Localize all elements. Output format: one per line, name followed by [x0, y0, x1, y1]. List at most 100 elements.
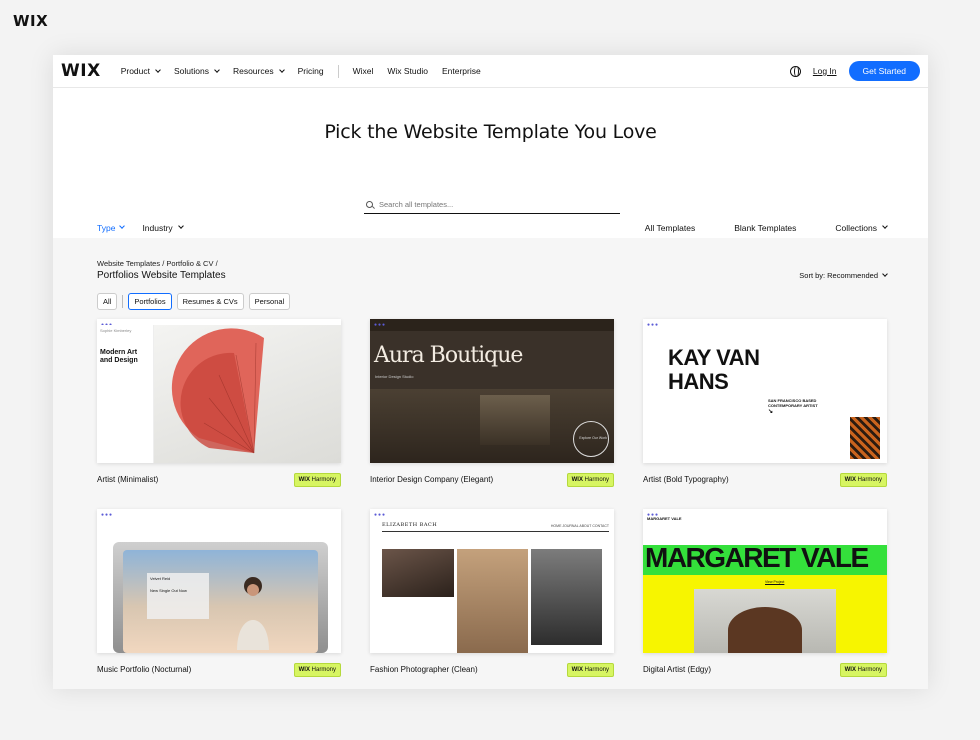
harmony-badge: WIX Harmony [566, 473, 614, 487]
template-card[interactable]: ●●● Aura Boutique Interior Design Studio… [370, 319, 614, 487]
thumb-heading: ELIZABETH BACH [382, 522, 438, 528]
chip-portfolios[interactable]: Portfolios [128, 293, 172, 310]
breadcrumb-sep: / [215, 259, 218, 268]
nav-product[interactable]: Product [120, 66, 161, 76]
template-thumbnail[interactable]: ●●● MARGARET VALE MARGARET VALE View Pro… [643, 509, 887, 653]
thumb-top-name: MARGARET VALE [647, 516, 682, 521]
chip-resumes[interactable]: Resumes & CVs [176, 293, 244, 310]
corner-logo: WIX [13, 12, 49, 30]
badge-brand: WIX [298, 477, 310, 483]
collections-label: Collections [835, 222, 877, 233]
thumb-link: View Project [765, 580, 785, 584]
page-title: Pick the Website Template You Love [324, 121, 657, 143]
sort-label: Sort by: [799, 271, 826, 280]
nav-enterprise[interactable]: Enterprise [442, 66, 481, 76]
nav-right: Log In Get Started [789, 61, 920, 81]
browser-frame: WIX Product Solutions Resources Pricing … [53, 55, 928, 689]
chevron-down-icon [119, 223, 126, 229]
template-thumbnail[interactable]: ●●● KAY VAN HANS SAN FRANCISCO BASED CON… [643, 319, 887, 463]
badge-brand: WIX [298, 667, 310, 673]
window-dots-icon: ●●● [647, 322, 660, 328]
filter-type[interactable]: Type [97, 222, 126, 233]
nav-resources[interactable]: Resources [232, 66, 285, 76]
search-icon [366, 200, 373, 208]
template-card[interactable]: ●●● Sophie Kimberley Modern Art and Desi… [97, 319, 341, 487]
thumb-image [694, 589, 836, 653]
chevron-down-icon [155, 66, 161, 73]
filter-type-label: Type [97, 222, 116, 233]
badge-brand: WIX [844, 667, 856, 673]
collections-dropdown[interactable]: Collections [835, 222, 888, 233]
template-name[interactable]: Digital Artist (Edgy) [643, 665, 711, 674]
template-thumbnail[interactable]: ●●● Velvet Reid New Single Out Now [97, 509, 341, 653]
template-name[interactable]: Interior Design Company (Elegant) [370, 475, 493, 484]
top-nav: WIX Product Solutions Resources Pricing … [53, 55, 928, 88]
template-thumbnail[interactable]: ●●● Sophie Kimberley Modern Art and Desi… [97, 319, 341, 463]
thumb-object [728, 607, 802, 653]
category-chips: All Portfolios Resumes & CVs Personal [97, 293, 291, 310]
template-name[interactable]: Artist (Bold Typography) [643, 475, 729, 484]
thumb-heading: KAY VAN HANS [668, 345, 760, 394]
template-name[interactable]: Music Portfolio (Nocturnal) [97, 665, 191, 674]
thumb-header: ●●● MARGARET VALE [643, 509, 887, 545]
thumb-image [154, 325, 341, 463]
person-image [237, 577, 269, 650]
chip-personal[interactable]: Personal [248, 293, 291, 310]
chevron-down-icon [882, 271, 888, 277]
breadcrumb-website-templates[interactable]: Website Templates [97, 259, 160, 268]
nav-resources-label: Resources [232, 66, 274, 76]
template-thumbnail[interactable]: ●●● Aura Boutique Interior Design Studio… [370, 319, 614, 463]
search-placeholder: Search all templates... [379, 199, 454, 209]
login-link[interactable]: Log In [813, 66, 837, 76]
harmony-badge: WIX Harmony [566, 663, 614, 677]
harmony-badge: WIX Harmony [839, 473, 887, 487]
breadcrumb-sep: / [162, 259, 165, 268]
chip-divider [122, 295, 124, 308]
globe-icon[interactable] [789, 65, 801, 77]
nav-product-label: Product [120, 66, 150, 76]
thumb-image: Velvet Reid New Single Out Now [123, 550, 318, 653]
template-card[interactable]: ●●● MARGARET VALE MARGARET VALE View Pro… [643, 509, 887, 677]
search-input[interactable]: Search all templates... [364, 195, 620, 214]
thumb-tv-frame: Velvet Reid New Single Out Now [113, 542, 328, 653]
folded-fan-image [171, 328, 264, 454]
filter-industry[interactable]: Industry [142, 223, 184, 233]
nav-pricing[interactable]: Pricing [298, 66, 324, 76]
all-templates-link[interactable]: All Templates [645, 223, 695, 233]
wix-logo[interactable]: WIX [61, 61, 101, 81]
get-started-button[interactable]: Get Started [848, 61, 920, 81]
chevron-down-icon [177, 223, 184, 229]
thumb-window [480, 395, 550, 445]
badge-word: Harmony [584, 477, 609, 483]
window-dots-icon: ●●● [374, 512, 387, 518]
template-card[interactable]: ●●● KAY VAN HANS SAN FRANCISCO BASED CON… [643, 319, 887, 487]
sort-dropdown[interactable]: Sort by: Recommended [799, 271, 888, 280]
breadcrumb-portfolio[interactable]: Portfolio & CV [166, 259, 213, 268]
thumb-subtext: SAN FRANCISCO BASED CONTEMPORARY ARTIST [768, 398, 818, 408]
blank-templates-link[interactable]: Blank Templates [734, 223, 796, 233]
template-name[interactable]: Artist (Minimalist) [97, 475, 158, 484]
thumb-photo-1 [382, 549, 454, 597]
nav-wixel[interactable]: Wixel [353, 66, 374, 76]
thumb-panel: Velvet Reid New Single Out Now [147, 573, 209, 619]
thumb-sidebar: Sophie Kimberley Modern Art and Design [97, 325, 154, 463]
template-card[interactable]: ●●● Velvet Reid New Single Out Now Music… [97, 509, 341, 677]
thumb-subtext: Interior Design Studio [375, 374, 414, 379]
badge-word: Harmony [857, 477, 882, 483]
nav-wix-studio[interactable]: Wix Studio [387, 66, 428, 76]
chevron-down-icon [278, 66, 285, 73]
thumb-subtext: New Single Out Now [150, 588, 187, 593]
template-card[interactable]: ●●● ELIZABETH BACH HOME JOURNAL ABOUT CO… [370, 509, 614, 677]
badge-brand: WIX [844, 477, 856, 483]
template-thumbnail[interactable]: ●●● ELIZABETH BACH HOME JOURNAL ABOUT CO… [370, 509, 614, 653]
badge-brand: WIX [571, 667, 583, 673]
template-name[interactable]: Fashion Photographer (Clean) [370, 665, 478, 674]
thumb-photo-2 [457, 549, 528, 653]
nav-solutions[interactable]: Solutions [174, 66, 220, 76]
chip-all[interactable]: All [97, 293, 118, 310]
thumb-photo-3 [531, 549, 602, 645]
thumb-artwork [850, 417, 880, 459]
window-dots-icon: ●●● [101, 512, 114, 518]
chevron-down-icon [214, 66, 220, 73]
badge-word: Harmony [857, 667, 882, 673]
